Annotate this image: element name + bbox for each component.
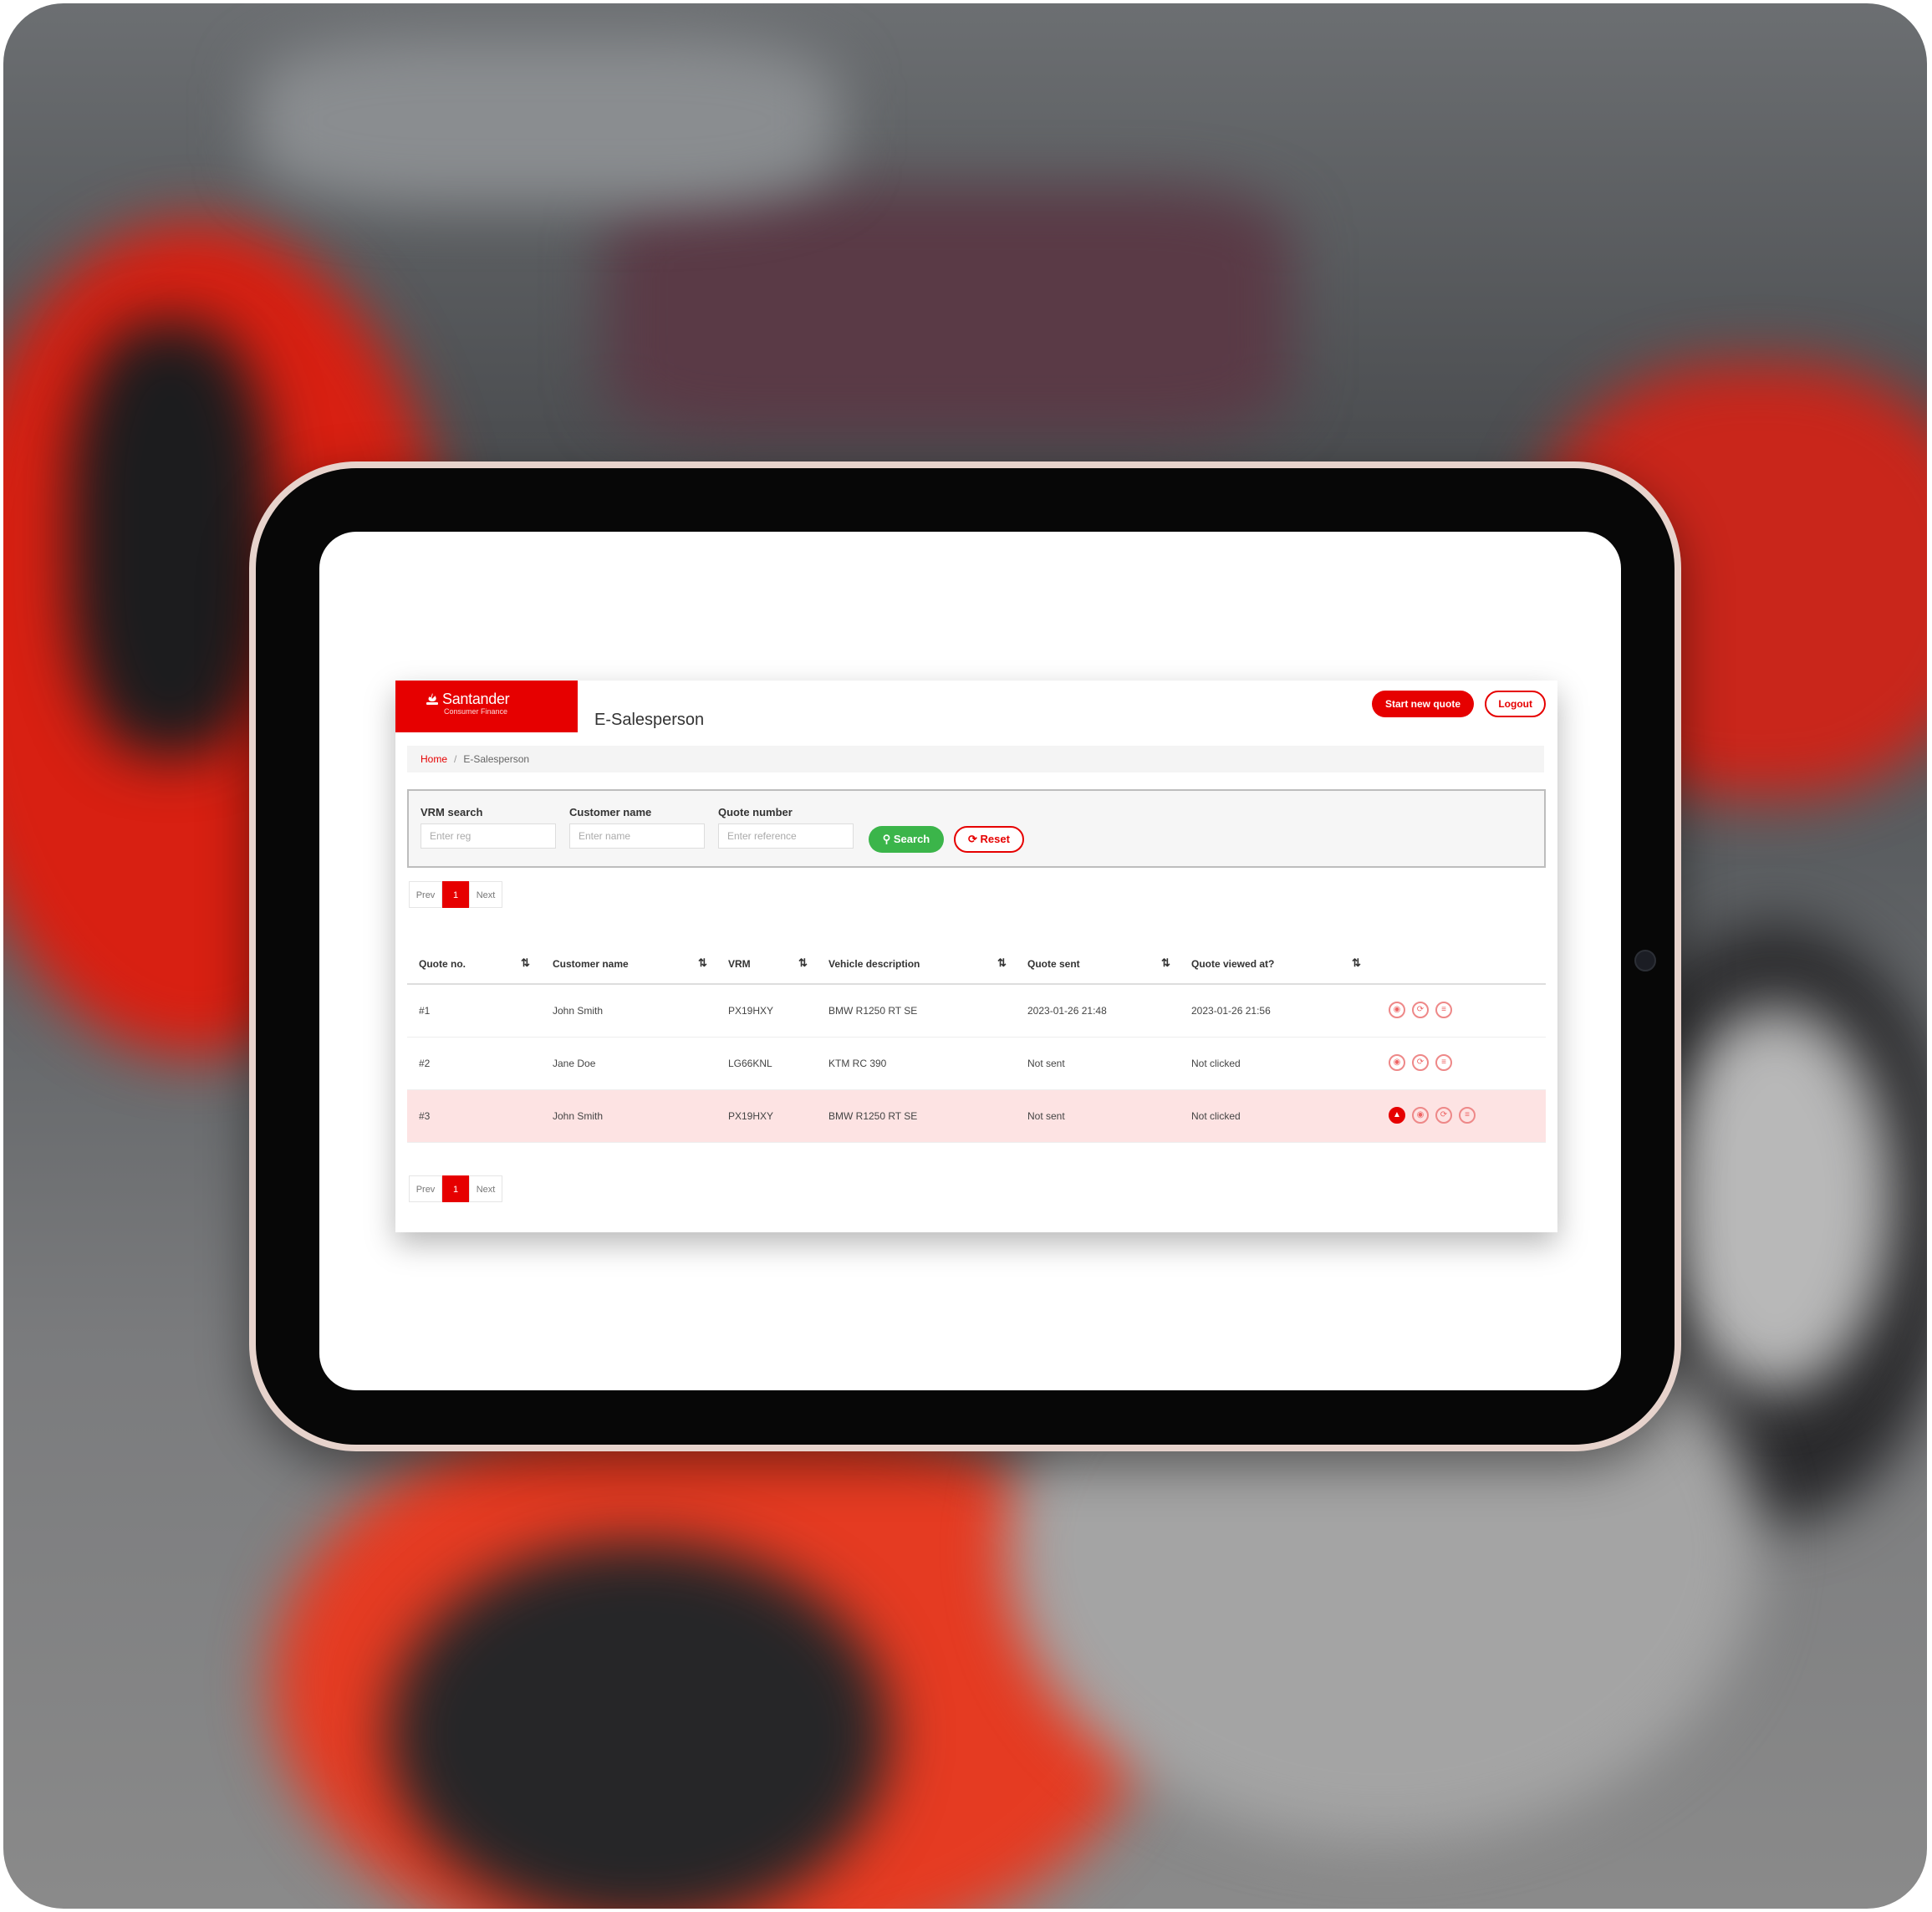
cell-vrm: PX19HXY [728, 1110, 774, 1122]
sort-icon[interactable]: ⇅ [1161, 956, 1170, 970]
cell-customer: John Smith [553, 1110, 604, 1122]
cell-vehicle: BMW R1250 RT SE [828, 1110, 918, 1122]
breadcrumb: Home / E-Salesperson [407, 746, 1544, 772]
cell-customer: Jane Doe [553, 1058, 596, 1069]
pagination-bottom: Prev 1 Next [409, 1175, 502, 1202]
filter-panel: VRM search Customer name Quote number ⚲ … [407, 789, 1546, 868]
brand-name: Santander [442, 691, 510, 707]
row-actions: ◉ ⟳ ≡ [1389, 1002, 1452, 1018]
table-header: Quote no. ⇅ Customer name ⇅ VRM ⇅ Vehicl… [407, 946, 1546, 985]
cell-quote-viewed: 2023-01-26 21:56 [1191, 1005, 1271, 1017]
column-header-customer[interactable]: Customer name [553, 958, 629, 970]
cell-vrm: LG66KNL [728, 1058, 772, 1069]
flame-logo-icon [426, 693, 438, 705]
breadcrumb-separator: / [454, 753, 457, 765]
brand-subtitle: Consumer Finance [444, 707, 508, 716]
alert-icon[interactable]: ▲ [1389, 1107, 1405, 1124]
breadcrumb-current: E-Salesperson [463, 753, 530, 765]
row-actions: ◉ ⟳ ≡ [1389, 1054, 1452, 1071]
row-actions: ▲ ◉ ⟳ ≡ [1389, 1107, 1476, 1124]
column-header-vehicle[interactable]: Vehicle description [828, 958, 920, 970]
cell-quote-viewed: Not clicked [1191, 1110, 1241, 1122]
cell-quote-sent: Not sent [1027, 1058, 1065, 1069]
sort-icon[interactable]: ⇅ [798, 956, 808, 970]
refresh-icon: ⟳ [968, 833, 977, 845]
next-page-button[interactable]: Next [469, 881, 502, 908]
vrm-filter-group: VRM search [421, 806, 556, 849]
copy-icon[interactable]: ⟳ [1435, 1107, 1452, 1124]
copy-icon[interactable]: ⟳ [1412, 1002, 1429, 1018]
customer-filter-group: Customer name [569, 806, 705, 849]
pdf-icon[interactable]: ≡ [1435, 1054, 1452, 1071]
camera-icon [1634, 950, 1656, 971]
quote-filter-group: Quote number [718, 806, 854, 849]
prev-page-button[interactable]: Prev [409, 881, 442, 908]
app-window: Santander Consumer Finance E-Salesperson… [395, 681, 1557, 1232]
reset-button-label: Reset [980, 833, 1010, 845]
cell-quote-sent: Not sent [1027, 1110, 1065, 1122]
column-header-quote-viewed[interactable]: Quote viewed at? [1191, 958, 1274, 970]
pagination-top: Prev 1 Next [409, 881, 502, 908]
sort-icon[interactable]: ⇅ [1352, 956, 1361, 970]
sort-icon[interactable]: ⇅ [698, 956, 707, 970]
search-icon: ⚲ [882, 833, 891, 845]
tablet-bezel: Santander Consumer Finance E-Salesperson… [256, 468, 1675, 1445]
customer-name-input[interactable] [569, 823, 705, 849]
search-button[interactable]: ⚲ Search [869, 826, 944, 853]
prev-page-button[interactable]: Prev [409, 1175, 442, 1202]
cell-quote-no: #2 [419, 1058, 431, 1069]
quote-number-input[interactable] [718, 823, 854, 849]
table-row[interactable]: #1 John Smith PX19HXY BMW R1250 RT SE 20… [407, 985, 1546, 1038]
copy-icon[interactable]: ⟳ [1412, 1054, 1429, 1071]
brand-header: Santander Consumer Finance [395, 681, 578, 732]
quote-number-label: Quote number [718, 806, 793, 818]
pdf-icon[interactable]: ≡ [1459, 1107, 1476, 1124]
view-icon[interactable]: ◉ [1389, 1002, 1405, 1018]
cell-quote-viewed: Not clicked [1191, 1058, 1241, 1069]
tablet-screen: Santander Consumer Finance E-Salesperson… [319, 532, 1621, 1390]
table-row-highlighted[interactable]: #3 John Smith PX19HXY BMW R1250 RT SE No… [407, 1090, 1546, 1143]
sort-icon[interactable]: ⇅ [521, 956, 530, 970]
view-icon[interactable]: ◉ [1389, 1054, 1405, 1071]
column-header-vrm[interactable]: VRM [728, 958, 751, 970]
tablet-frame: Santander Consumer Finance E-Salesperson… [249, 461, 1681, 1451]
cell-vehicle: BMW R1250 RT SE [828, 1005, 918, 1017]
start-new-quote-button[interactable]: Start new quote [1371, 691, 1474, 717]
breadcrumb-home-link[interactable]: Home [421, 753, 447, 765]
page-1-button[interactable]: 1 [442, 881, 469, 908]
logout-button[interactable]: Logout [1485, 691, 1546, 717]
cell-vrm: PX19HXY [728, 1005, 774, 1017]
cell-quote-no: #1 [419, 1005, 431, 1017]
view-icon[interactable]: ◉ [1412, 1107, 1429, 1124]
column-header-quote-no[interactable]: Quote no. [419, 958, 466, 970]
table-row[interactable]: #2 Jane Doe LG66KNL KTM RC 390 Not sent … [407, 1038, 1546, 1090]
page-1-button[interactable]: 1 [442, 1175, 469, 1202]
column-header-quote-sent[interactable]: Quote sent [1027, 958, 1080, 970]
next-page-button[interactable]: Next [469, 1175, 502, 1202]
cell-quote-sent: 2023-01-26 21:48 [1027, 1005, 1107, 1017]
cell-quote-no: #3 [419, 1110, 431, 1122]
cell-customer: John Smith [553, 1005, 604, 1017]
reset-button[interactable]: ⟳ Reset [954, 826, 1024, 853]
vrm-input[interactable] [421, 823, 556, 849]
search-button-label: Search [893, 833, 930, 845]
quotes-table: Quote no. ⇅ Customer name ⇅ VRM ⇅ Vehicl… [407, 946, 1546, 1143]
cell-vehicle: KTM RC 390 [828, 1058, 887, 1069]
pdf-icon[interactable]: ≡ [1435, 1002, 1452, 1018]
sort-icon[interactable]: ⇅ [997, 956, 1007, 970]
page-title: E-Salesperson [594, 711, 705, 729]
customer-name-label: Customer name [569, 806, 652, 818]
vrm-label: VRM search [421, 806, 483, 818]
